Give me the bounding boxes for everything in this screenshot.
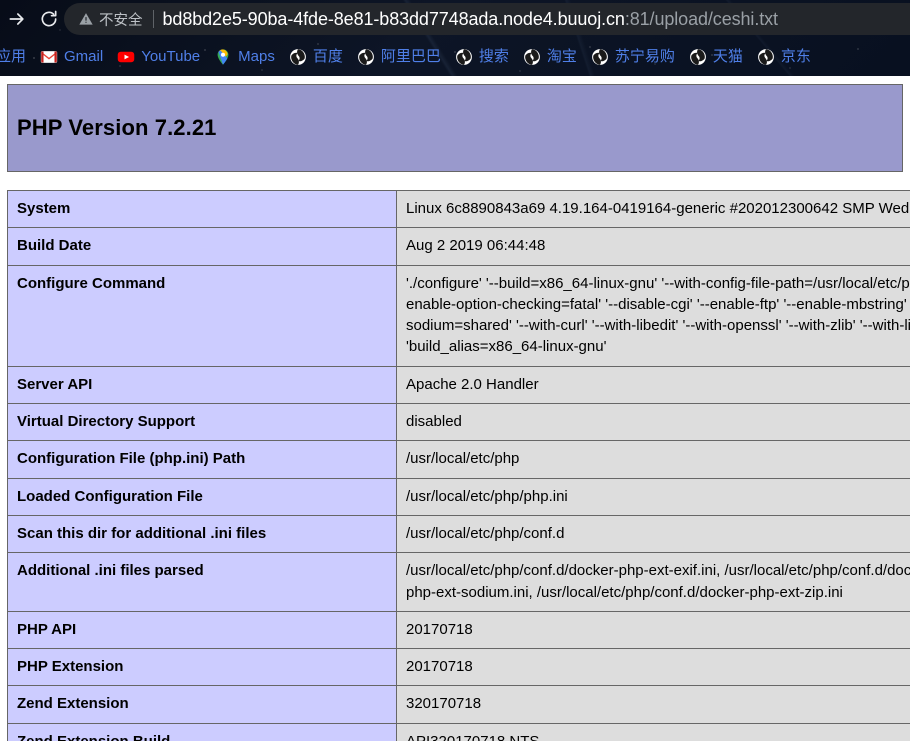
row-key: PHP Extension: [7, 648, 397, 687]
bookmarks-bar: 应用 Gmail YouTube Maps 百度 阿里巴巴 搜索 淘宝 苏宁易购…: [0, 40, 910, 74]
security-status-label: 不安全: [99, 12, 143, 29]
warning-triangle-icon: [79, 13, 93, 25]
bookmark-taobao[interactable]: 淘宝: [516, 43, 584, 71]
phpinfo-table-body: System Linux 6c8890843a69 4.19.164-04191…: [7, 189, 910, 741]
row-value: /usr/local/etc/php/conf.d: [396, 514, 910, 554]
security-status-chip[interactable]: 不安全: [78, 9, 143, 30]
arrow-forward-icon: [9, 13, 24, 25]
page-viewport: PHP Version 7.2.21 System Linux 6c889084…: [0, 76, 910, 741]
row-value: './configure' '--build=x86_64-linux-gnu'…: [396, 264, 910, 367]
php-version-banner: PHP Version 7.2.21: [7, 84, 903, 172]
row-key: Virtual Directory Support: [7, 403, 397, 442]
reload-button[interactable]: [34, 4, 64, 34]
bookmark-label: 阿里巴巴: [380, 48, 441, 65]
row-value: /usr/local/etc/php: [396, 440, 910, 479]
table-row: Zend Extension 320170718: [7, 685, 910, 724]
row-key: PHP API: [7, 610, 397, 650]
bookmark-label: 应用: [0, 48, 27, 65]
table-row: PHP Extension 20170718: [7, 648, 910, 687]
table-row: Additional .ini files parsed /usr/local/…: [7, 552, 910, 612]
row-value: 20170718: [396, 610, 910, 650]
bookmark-label: 淘宝: [546, 48, 577, 65]
bookmark-label: Gmail: [64, 48, 104, 65]
bookmark-tmall[interactable]: 天猫: [682, 43, 750, 71]
maps-pin-icon: [217, 49, 229, 65]
globe-icon: [758, 49, 774, 65]
row-key: Server API: [7, 365, 397, 405]
row-value: /usr/local/etc/php/conf.d/docker-php-ext…: [396, 552, 910, 612]
table-row: Zend Extension Build API320170718,NTS: [7, 722, 910, 741]
table-row: System Linux 6c8890843a69 4.19.164-04191…: [7, 189, 910, 229]
row-value: Aug 2 2019 06:44:48: [396, 227, 910, 266]
bookmark-youtube[interactable]: YouTube: [110, 43, 207, 71]
row-value: /usr/local/etc/php/php.ini: [396, 477, 910, 516]
table-row: Build Date Aug 2 2019 06:44:48: [7, 227, 910, 266]
url-path: :81/upload/ceshi.txt: [624, 9, 778, 29]
table-row: PHP API 20170718: [7, 610, 910, 650]
row-key: Scan this dir for additional .ini files: [7, 514, 397, 554]
forward-button[interactable]: [2, 4, 32, 34]
phpinfo-table: System Linux 6c8890843a69 4.19.164-04191…: [7, 189, 910, 741]
bookmark-suning[interactable]: 苏宁易购: [584, 43, 682, 71]
phpinfo-document: PHP Version 7.2.21 System Linux 6c889084…: [0, 76, 910, 741]
row-value: Apache 2.0 Handler: [396, 365, 910, 405]
table-row: Server API Apache 2.0 Handler: [7, 365, 910, 405]
bookmark-maps[interactable]: Maps: [207, 43, 282, 71]
globe-icon: [690, 49, 706, 65]
gmail-icon: [40, 51, 58, 63]
row-key: Loaded Configuration File: [7, 477, 397, 516]
bookmark-label: 百度: [312, 48, 343, 65]
row-value: API320170718,NTS: [396, 722, 910, 741]
table-row: Configuration File (php.ini) Path /usr/l…: [7, 440, 910, 479]
globe-icon: [455, 49, 472, 65]
globe-icon: [289, 49, 306, 65]
browser-toolbar: 不安全 bd8bd2e5-90ba-4fde-8e81-b83dd7748ada…: [0, 0, 910, 38]
globe-icon: [524, 49, 540, 65]
bookmark-sousuo[interactable]: 搜索: [448, 43, 516, 71]
row-key: Build Date: [7, 227, 397, 266]
bookmark-label: 天猫: [712, 48, 743, 65]
table-row: Loaded Configuration File /usr/local/etc…: [7, 477, 910, 516]
bookmark-label: 京东: [780, 48, 811, 65]
row-value: disabled: [396, 403, 910, 442]
table-row: Scan this dir for additional .ini files …: [7, 514, 910, 554]
table-row: Configure Command './configure' '--build…: [7, 264, 910, 367]
row-key: Additional .ini files parsed: [7, 552, 397, 612]
youtube-icon: [117, 51, 135, 63]
row-key: System: [7, 189, 397, 229]
row-key: Configuration File (php.ini) Path: [7, 440, 397, 479]
browser-chrome: 不安全 bd8bd2e5-90ba-4fde-8e81-b83dd7748ada…: [0, 0, 910, 76]
bookmark-label: 苏宁易购: [614, 48, 675, 65]
row-value: 320170718: [396, 685, 910, 724]
bookmark-jd[interactable]: 京东: [750, 43, 818, 71]
row-key: Zend Extension: [7, 685, 397, 724]
url-host: bd8bd2e5-90ba-4fde-8e81-b83dd7748ada.nod…: [162, 9, 625, 29]
bookmark-gmail[interactable]: Gmail: [33, 43, 110, 71]
address-bar[interactable]: 不安全 bd8bd2e5-90ba-4fde-8e81-b83dd7748ada…: [64, 3, 910, 35]
table-row: Virtual Directory Support disabled: [7, 403, 910, 442]
row-key: Zend Extension Build: [7, 722, 397, 741]
bookmark-label: YouTube: [141, 48, 201, 65]
globe-icon: [592, 49, 608, 65]
bookmark-label: 搜索: [478, 48, 509, 65]
globe-icon: [357, 49, 374, 65]
row-value: 20170718: [396, 648, 910, 687]
reload-icon: [41, 10, 57, 27]
page-title: PHP Version 7.2.21: [17, 115, 217, 140]
bookmark-baidu[interactable]: 百度: [282, 43, 350, 71]
bookmark-alibaba[interactable]: 阿里巴巴: [350, 43, 448, 71]
row-value: Linux 6c8890843a69 4.19.164-0419164-gene…: [396, 189, 910, 229]
bookmark-label: Maps: [238, 48, 275, 65]
omnibox-divider: [152, 10, 154, 28]
url-text[interactable]: bd8bd2e5-90ba-4fde-8e81-b83dd7748ada.nod…: [162, 3, 779, 35]
row-key: Configure Command: [7, 264, 397, 367]
bookmark-apps[interactable]: 应用: [0, 43, 33, 71]
